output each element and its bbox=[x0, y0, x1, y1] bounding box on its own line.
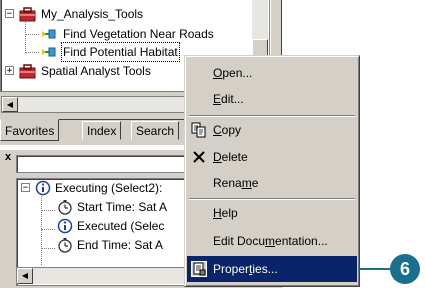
tab-favorites[interactable]: Favorites bbox=[0, 119, 60, 141]
message-label: Start Time: Sat A bbox=[77, 200, 168, 214]
collapse-icon[interactable]: − bbox=[5, 9, 14, 19]
tree-item-label: Find Vegetation Near Roads bbox=[63, 27, 214, 41]
collapse-icon[interactable]: − bbox=[21, 183, 30, 193]
menu-item-delete[interactable]: Delete bbox=[187, 144, 357, 170]
model-tool-icon bbox=[42, 47, 56, 57]
model-tool-icon bbox=[42, 29, 56, 39]
expand-icon[interactable]: + bbox=[5, 66, 14, 76]
menu-item-edit[interactable]: Edit... bbox=[187, 86, 357, 112]
menu-item-open[interactable]: Open... bbox=[187, 60, 357, 86]
copy-icon bbox=[191, 122, 206, 138]
scroll-left-button[interactable]: ◀ bbox=[2, 97, 18, 112]
toolbox-icon bbox=[19, 7, 36, 22]
tab-index[interactable]: Index bbox=[82, 121, 122, 140]
menu-item-rename[interactable]: Rename bbox=[187, 170, 357, 196]
close-button[interactable]: x bbox=[2, 152, 14, 164]
info-icon bbox=[35, 180, 51, 196]
menu-item-edit-documentation[interactable]: Edit Documentation... bbox=[187, 228, 357, 254]
close-icon: x bbox=[4, 151, 12, 163]
stopwatch-icon bbox=[58, 200, 72, 215]
tree-item-label: Spatial Analyst Tools bbox=[41, 64, 151, 78]
context-menu: Open... Edit... Copy Delete Rename Help … bbox=[184, 55, 360, 287]
delete-icon bbox=[193, 151, 205, 163]
message-label: Executed (Selec bbox=[77, 219, 165, 233]
step-callout-badge: 6 bbox=[390, 254, 420, 284]
toolbox-icon bbox=[19, 64, 36, 79]
menu-item-help[interactable]: Help bbox=[187, 200, 357, 226]
tab-search[interactable]: Search bbox=[131, 121, 180, 140]
scroll-left-button[interactable]: ◀ bbox=[17, 268, 33, 284]
stopwatch-icon bbox=[58, 238, 72, 253]
menu-item-properties[interactable]: Properties... bbox=[187, 256, 357, 282]
message-label: End Time: Sat A bbox=[77, 238, 164, 252]
tree-item-label: My_Analysis_Tools bbox=[41, 7, 144, 21]
tree-item-label: Find Potential Habitat bbox=[61, 42, 180, 62]
info-icon bbox=[57, 218, 73, 234]
properties-icon bbox=[191, 261, 207, 277]
menu-item-copy[interactable]: Copy bbox=[187, 117, 357, 143]
message-label: Executing (Select2): bbox=[55, 181, 163, 195]
callout-leader-line bbox=[358, 268, 394, 270]
